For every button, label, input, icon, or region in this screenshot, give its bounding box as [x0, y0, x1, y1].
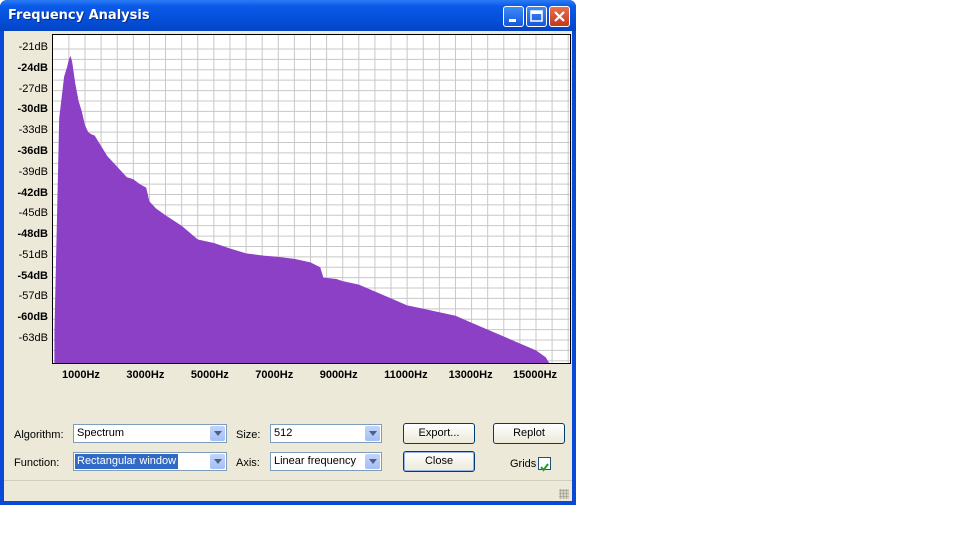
maximize-icon — [530, 10, 543, 22]
algorithm-select[interactable]: Spectrum — [73, 424, 227, 443]
y-tick-label: -63dB — [18, 332, 48, 344]
y-tick-label: -27dB — [18, 82, 48, 95]
resize-grip-icon[interactable] — [559, 489, 569, 499]
minimize-icon — [509, 19, 516, 22]
x-tick-label: 15000Hz — [513, 369, 558, 381]
x-tick-label: 13000Hz — [448, 369, 493, 381]
dialog-body: -21dB -24dB -27dB -30dB -33dB -36dB -39dB -42dB… — [4, 31, 572, 501]
y-tick-label: -21dB — [18, 41, 48, 53]
replot-button[interactable]: Replot — [493, 423, 565, 444]
y-tick-label: -45dB — [18, 207, 48, 220]
checkmark-icon — [540, 463, 549, 472]
maximize-button[interactable] — [526, 6, 547, 27]
size-value: 512 — [274, 427, 293, 439]
y-tick-label: -33dB — [18, 124, 48, 137]
spectrum-chart — [53, 35, 570, 368]
close-icon — [554, 11, 565, 22]
y-tick-label: -42dB — [17, 186, 48, 199]
chevron-down-icon[interactable] — [365, 426, 380, 441]
window-title: Frequency Analysis — [8, 8, 150, 23]
grids-label: Grids — [510, 458, 537, 470]
function-value: Rectangular window — [75, 454, 179, 469]
export-button[interactable]: Export... — [403, 423, 475, 444]
spectrum-plot — [52, 34, 571, 368]
axis-value: Linear frequency — [274, 455, 356, 467]
close-window-button[interactable] — [549, 6, 570, 27]
y-tick-label: -30dB — [17, 103, 48, 116]
close-button[interactable]: Close — [403, 451, 475, 472]
status-bar — [4, 480, 572, 502]
algorithm-label: Algorithm: — [14, 429, 64, 441]
x-tick-label: 11000Hz — [384, 369, 428, 381]
size-select[interactable]: 512 — [270, 424, 382, 443]
function-select[interactable]: Rectangular window — [73, 452, 227, 471]
x-tick-label: 7000Hz — [255, 369, 294, 381]
x-tick-label: 9000Hz — [319, 369, 358, 381]
grids-checkbox[interactable] — [538, 457, 551, 472]
x-tick-label: 5000Hz — [190, 369, 229, 381]
y-tick-label: -24dB — [17, 61, 48, 74]
function-label: Function: — [14, 457, 60, 469]
y-tick-label: -54dB — [17, 269, 48, 282]
title-bar[interactable]: Frequency Analysis — [0, 0, 576, 31]
y-tick-label: -51dB — [18, 248, 48, 261]
y-tick-label: -36dB — [17, 144, 48, 157]
x-tick-label: 3000Hz — [126, 369, 165, 381]
chevron-down-icon[interactable] — [210, 454, 225, 469]
algorithm-value: Spectrum — [77, 427, 125, 439]
y-tick-label: -60dB — [17, 311, 48, 324]
chevron-down-icon[interactable] — [210, 426, 225, 441]
chevron-down-icon[interactable] — [365, 454, 380, 469]
axis-select[interactable]: Linear frequency — [270, 452, 382, 471]
minimize-button[interactable] — [503, 6, 524, 27]
y-tick-label: -39dB — [18, 165, 48, 178]
size-label: Size: — [236, 429, 261, 441]
frequency-analysis-window: Frequency Analysis -21dB -24dB -27dB -30dB -… — [0, 0, 576, 505]
y-tick-label: -48dB — [17, 228, 48, 241]
axis-label: Axis: — [236, 457, 260, 469]
spectrum-area — [54, 55, 553, 368]
y-tick-label: -57dB — [18, 290, 48, 303]
x-tick-label: 1000Hz — [62, 369, 100, 381]
